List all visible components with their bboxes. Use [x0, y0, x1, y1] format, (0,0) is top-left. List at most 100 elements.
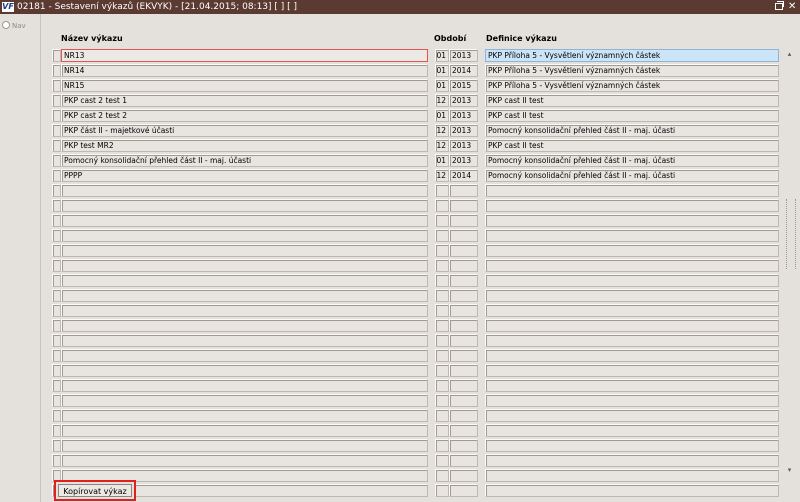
table-row[interactable]	[0, 274, 800, 289]
table-row[interactable]: NR15 01 2015 PKP Příloha 5 - Vysvětlení výz…	[0, 79, 800, 94]
row-selector[interactable]	[52, 154, 61, 167]
report-definition-field[interactable]: PKP cast II test	[485, 139, 779, 152]
period-year-field[interactable]	[449, 244, 478, 257]
period-year-field[interactable]	[449, 379, 478, 392]
scroll-up-arrow-icon[interactable]: ▴	[783, 49, 796, 59]
row-selector[interactable]	[52, 424, 61, 437]
report-definition-field[interactable]	[485, 289, 779, 302]
period-year-field[interactable]: 2013	[449, 49, 478, 62]
report-name-field[interactable]	[61, 454, 428, 467]
report-name-field[interactable]: Pomocný konsolidační přehled část II - m…	[61, 154, 428, 167]
period-month-field[interactable]: 01	[435, 109, 449, 122]
table-row[interactable]	[0, 244, 800, 259]
period-year-field[interactable]	[449, 364, 478, 377]
close-window-icon[interactable]: ✕	[788, 0, 796, 14]
row-selector[interactable]	[52, 349, 61, 362]
period-year-field[interactable]	[449, 469, 478, 482]
table-row[interactable]	[0, 394, 800, 409]
row-selector[interactable]	[52, 79, 61, 92]
report-definition-field[interactable]	[485, 364, 779, 377]
table-row[interactable]: PKP test MR2 12 2013 PKP cast II test	[0, 139, 800, 154]
row-selector[interactable]	[52, 304, 61, 317]
period-year-field[interactable]	[449, 454, 478, 467]
period-year-field[interactable]	[449, 214, 478, 227]
report-definition-field[interactable]	[485, 439, 779, 452]
period-year-field[interactable]	[449, 394, 478, 407]
row-selector[interactable]	[52, 364, 61, 377]
report-definition-field[interactable]	[485, 379, 779, 392]
row-selector[interactable]	[52, 379, 61, 392]
scroll-down-arrow-icon[interactable]: ▾	[783, 465, 796, 475]
report-name-field[interactable]	[61, 439, 428, 452]
table-row[interactable]: Pomocný konsolidační přehled část II - m…	[0, 154, 800, 169]
table-row[interactable]: PPPP 12 2014 Pomocný konsolidační přehled č…	[0, 169, 800, 184]
scroll-thumb[interactable]	[786, 199, 796, 269]
vertical-scrollbar[interactable]: ▴ ▾	[783, 49, 796, 475]
report-name-field[interactable]	[61, 409, 428, 422]
period-month-field[interactable]	[435, 199, 449, 212]
report-definition-field[interactable]: PKP cast II test	[485, 94, 779, 107]
row-selector[interactable]	[52, 454, 61, 467]
period-month-field[interactable]	[435, 469, 449, 482]
row-selector[interactable]	[52, 244, 61, 257]
period-year-field[interactable]	[449, 349, 478, 362]
period-month-field[interactable]	[435, 349, 449, 362]
table-row[interactable]	[0, 319, 800, 334]
report-name-field[interactable]	[61, 244, 428, 257]
period-year-field[interactable]: 2013	[449, 94, 478, 107]
row-selector[interactable]	[52, 394, 61, 407]
period-month-field[interactable]: 01	[435, 64, 449, 77]
report-definition-field[interactable]	[485, 484, 779, 497]
report-definition-field[interactable]	[485, 244, 779, 257]
period-year-field[interactable]	[449, 289, 478, 302]
report-name-field[interactable]: NR15	[61, 79, 428, 92]
report-name-field[interactable]	[61, 274, 428, 287]
period-month-field[interactable]	[435, 304, 449, 317]
row-selector[interactable]	[52, 274, 61, 287]
report-name-field[interactable]	[61, 304, 428, 317]
period-year-field[interactable]	[449, 439, 478, 452]
report-name-field[interactable]: PKP cast 2 test 2	[61, 109, 428, 122]
period-month-field[interactable]	[435, 334, 449, 347]
period-year-field[interactable]	[449, 484, 478, 497]
period-year-field[interactable]	[449, 304, 478, 317]
table-row[interactable]: PKP část II - majetkové účasti 12 2013 Pomo…	[0, 124, 800, 139]
period-month-field[interactable]: 12	[435, 169, 449, 182]
report-definition-field[interactable]	[485, 349, 779, 362]
period-month-field[interactable]	[435, 484, 449, 497]
period-year-field[interactable]: 2013	[449, 109, 478, 122]
row-selector[interactable]	[52, 124, 61, 137]
row-selector[interactable]	[52, 64, 61, 77]
report-definition-field[interactable]	[485, 229, 779, 242]
row-selector[interactable]	[52, 169, 61, 182]
table-row[interactable]	[0, 454, 800, 469]
row-selector[interactable]	[52, 259, 61, 272]
period-month-field[interactable]: 01	[435, 79, 449, 92]
report-name-field[interactable]	[61, 349, 428, 362]
period-month-field[interactable]	[435, 424, 449, 437]
row-selector[interactable]	[52, 409, 61, 422]
period-year-field[interactable]	[449, 424, 478, 437]
table-row[interactable]: NR14 01 2014 PKP Příloha 5 - Vysvětlení výz…	[0, 64, 800, 79]
period-month-field[interactable]	[435, 439, 449, 452]
report-name-field[interactable]	[61, 334, 428, 347]
row-selector[interactable]	[52, 214, 61, 227]
report-definition-field[interactable]	[485, 184, 779, 197]
period-month-field[interactable]: 01	[435, 49, 449, 62]
period-year-field[interactable]	[449, 319, 478, 332]
report-definition-field[interactable]	[485, 334, 779, 347]
period-month-field[interactable]	[435, 409, 449, 422]
period-month-field[interactable]	[435, 229, 449, 242]
report-definition-field[interactable]	[485, 319, 779, 332]
table-row[interactable]	[0, 364, 800, 379]
table-row[interactable]: NR13 01 2013 PKP Příloha 5 - Vysvětlení výz…	[0, 49, 800, 64]
report-name-field[interactable]	[61, 394, 428, 407]
report-name-field[interactable]	[61, 424, 428, 437]
table-row[interactable]	[0, 304, 800, 319]
report-name-field[interactable]: PKP test MR2	[61, 139, 428, 152]
period-year-field[interactable]: 2013	[449, 139, 478, 152]
report-definition-field[interactable]: PKP cast II test	[485, 109, 779, 122]
report-name-field[interactable]	[61, 229, 428, 242]
row-selector[interactable]	[52, 199, 61, 212]
period-month-field[interactable]	[435, 319, 449, 332]
